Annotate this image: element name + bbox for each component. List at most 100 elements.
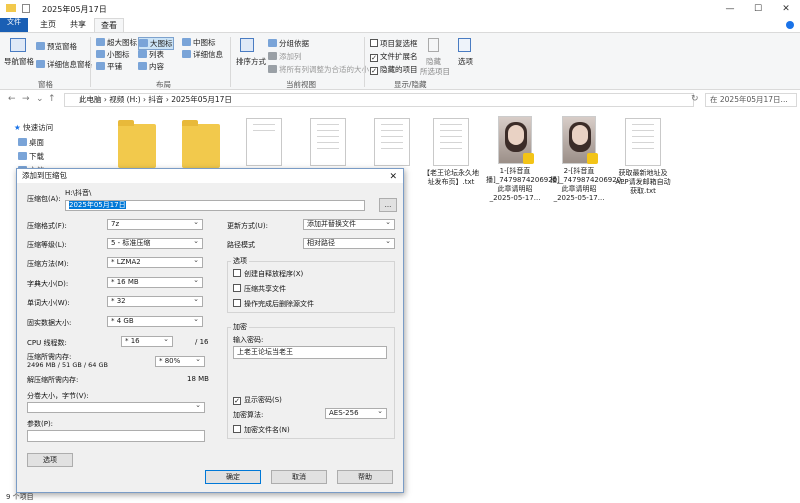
hide-selected-sub: 所选项目 — [420, 67, 450, 76]
extensions-toggle[interactable]: ✓ 文件扩展名 — [370, 51, 418, 62]
encryption-group-title: 加密 — [231, 322, 249, 332]
group-label-layout: 布局 — [156, 80, 171, 89]
solid-label: 固实数据大小: — [27, 319, 72, 327]
video-thumbnail — [562, 116, 598, 164]
method-label: 压缩方法(M): — [27, 260, 69, 268]
sfx-checkbox[interactable]: 创建自释放程序(X) — [233, 269, 303, 279]
layout-small[interactable]: 小图标 — [96, 49, 130, 60]
tab-view[interactable]: 查看 — [94, 18, 124, 32]
forward-icon[interactable]: → — [22, 94, 30, 104]
show-password-checkbox[interactable]: ✓ 显示密码(S) — [233, 395, 282, 405]
add-to-archive-dialog: 添加到压缩包 ✕ 压缩包(A): H:\抖音\ 2025年05月17日 ... … — [16, 168, 404, 493]
file-item[interactable]: 2-[抖音直播]_7479874206920_此章请明昭_2025-05-17.… — [550, 116, 625, 203]
item-count: 9 个项目 — [6, 493, 34, 501]
layout-extra-large[interactable]: 超大图标 — [96, 37, 137, 48]
browse-button[interactable]: ... — [379, 198, 397, 212]
group-label-show: 显示/隐藏 — [394, 80, 427, 89]
nav-pane-button[interactable]: 导航窗格 — [4, 56, 34, 67]
divider — [230, 37, 231, 87]
layout-list[interactable]: 列表 — [138, 49, 164, 60]
dialog-close-button[interactable]: ✕ — [389, 170, 397, 184]
method-select[interactable]: * LZMA2 — [107, 256, 203, 268]
recent-chevron-icon[interactable]: ⌄ — [36, 94, 44, 104]
refresh-icon[interactable]: ↻ — [691, 94, 699, 104]
item-checkbox-toggle[interactable]: 项目复选框 — [370, 38, 418, 49]
archive-label: 压缩包(A): — [27, 195, 61, 203]
level-select[interactable]: 5 - 标准压缩 — [107, 237, 203, 249]
params-label: 参数(P): — [27, 420, 54, 428]
layout-details[interactable]: 详细信息 — [182, 49, 223, 60]
enc-method-select[interactable]: AES-256 — [325, 407, 387, 419]
search-input[interactable]: 在 2025年05月17日... — [705, 93, 797, 107]
options-button[interactable]: 选项 — [458, 56, 473, 67]
params-input[interactable] — [27, 430, 205, 442]
add-column-button: 添加列 — [268, 51, 302, 62]
cancel-button[interactable]: 取消 — [271, 470, 327, 484]
decompress-memory-label: 解压缩所需内存: — [27, 376, 79, 384]
group-by-button[interactable]: 分组依据 — [268, 38, 309, 49]
preview-pane-button[interactable]: 预览窗格 — [36, 41, 77, 52]
up-icon[interactable]: ↑ — [48, 94, 56, 104]
cpu-select[interactable]: * 16 — [121, 335, 173, 347]
archive-name-input[interactable]: 2025年05月17日 — [65, 200, 365, 211]
delete-after-checkbox[interactable]: 操作完成后删除源文件 — [233, 299, 314, 309]
sidebar-quick-access[interactable]: ★ 快速访问 — [14, 122, 53, 133]
enc-method-label: 加密算法: — [233, 411, 264, 419]
options-icon[interactable] — [458, 38, 471, 52]
tab-home[interactable]: 主页 — [34, 18, 62, 32]
pathmode-select[interactable]: 相对路径 — [303, 237, 395, 249]
encrypt-names-checkbox[interactable]: 加密文件名(N) — [233, 425, 290, 435]
file-item[interactable]: 1-[抖音直播]_7479874206920_此章请明昭_2025-05-17.… — [486, 116, 561, 203]
options-button[interactable]: 选项 — [27, 453, 73, 467]
sort-button[interactable]: 排序方式 — [236, 56, 266, 67]
tab-share[interactable]: 共享 — [64, 18, 92, 32]
layout-tiles[interactable]: 平铺 — [96, 61, 122, 72]
help-button[interactable]: 帮助 — [337, 470, 393, 484]
maximize-button[interactable]: ☐ — [744, 0, 772, 18]
group-label-view: 当前视图 — [286, 80, 316, 89]
cpu-label: CPU 线程数: — [27, 339, 67, 347]
word-select[interactable]: * 32 — [107, 295, 203, 307]
hidden-items-toggle[interactable]: ✓ 隐藏的项目 — [370, 64, 418, 75]
sidebar-item-downloads[interactable]: 下载 — [18, 151, 44, 162]
player-badge-icon — [523, 153, 534, 164]
help-icon[interactable] — [786, 21, 794, 29]
sort-icon[interactable] — [240, 38, 254, 52]
dialog-title-text: 添加到压缩包 — [22, 171, 67, 180]
format-select[interactable]: 7z — [107, 218, 203, 230]
window-title: 2025年05月17日 — [42, 5, 107, 14]
layout-medium[interactable]: 中图标 — [182, 37, 216, 48]
archive-path: H:\抖音\ — [65, 189, 92, 197]
document-icon — [310, 118, 346, 166]
file-item[interactable]: 【老王论坛永久地址发布页】.txt — [422, 118, 480, 187]
details-pane-button[interactable]: 详细信息窗格 — [36, 59, 92, 70]
player-badge-icon — [587, 153, 598, 164]
ok-button[interactable]: 确定 — [205, 470, 261, 484]
solid-select[interactable]: * 4 GB — [107, 315, 203, 327]
dict-label: 字典大小(D): — [27, 280, 69, 288]
minimize-button[interactable]: — — [716, 0, 744, 18]
memory-select[interactable]: * 80% — [155, 355, 205, 367]
pathmode-label: 路径模式 — [227, 241, 255, 249]
title-bar: 2025年05月17日 — ☐ ✕ — [0, 0, 800, 18]
tab-file[interactable]: 文件 — [0, 18, 28, 32]
dict-select[interactable]: * 16 MB — [107, 276, 203, 288]
options-group-title: 选项 — [231, 256, 249, 266]
address-bar[interactable]: 此电脑 › 视频 (H:) › 抖音 › 2025年05月17日 — [64, 93, 694, 107]
sidebar-item-desktop[interactable]: 桌面 — [18, 137, 44, 148]
password-input[interactable]: 上老王论坛当老王 — [233, 346, 387, 359]
format-label: 压缩格式(F): — [27, 222, 67, 230]
password-label: 输入密码: — [233, 336, 264, 344]
file-item[interactable]: 获取最新地址及APP请发邮箱自动获取.txt — [614, 118, 672, 196]
shared-files-checkbox[interactable]: 压缩共享文件 — [233, 284, 286, 294]
quick-access-toolbar-icon[interactable] — [22, 4, 30, 13]
back-icon[interactable]: ← — [8, 94, 16, 104]
nav-pane-icon[interactable] — [10, 38, 26, 52]
divider — [90, 37, 91, 87]
split-select[interactable] — [27, 401, 205, 413]
layout-content[interactable]: 内容 — [138, 61, 164, 72]
decompress-memory-value: 18 MB — [187, 375, 209, 383]
update-select[interactable]: 添加并替换文件 — [303, 218, 395, 230]
close-button[interactable]: ✕ — [772, 0, 800, 18]
breadcrumb[interactable]: 此电脑 › 视频 (H:) › 抖音 › 2025年05月17日 — [79, 95, 232, 104]
